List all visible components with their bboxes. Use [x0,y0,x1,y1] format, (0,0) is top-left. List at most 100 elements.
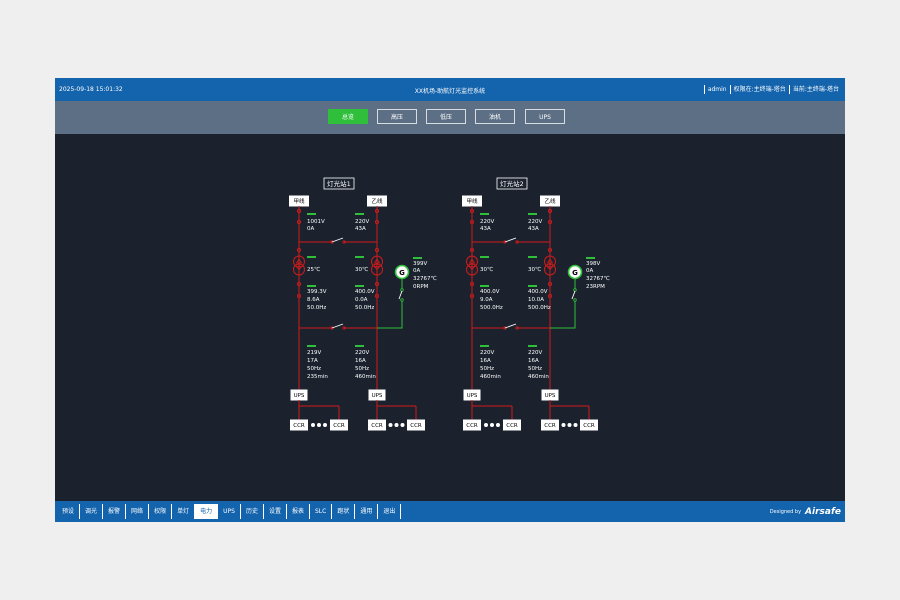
ellipsis-dot [573,423,578,427]
left-ups-voltage: 220V [480,350,494,356]
nav-item-7[interactable]: UPS [218,504,241,519]
tab-1[interactable]: 高压 [377,109,417,124]
right-ups-runtime: 460min [528,374,549,380]
brand-logo: Airsafe [805,507,841,517]
status-indicator [355,213,364,215]
status-indicator [355,285,364,287]
status-indicator [480,256,489,258]
station-title: 灯光站1 [327,179,351,188]
status-indicator [307,345,316,347]
gen-current: 0A [586,268,593,274]
nav-item-13[interactable]: 通用 [355,504,379,519]
right-mid-voltage: 400.0V [528,289,548,295]
nav-item-6[interactable]: 电力 [195,504,219,519]
nav-item-14[interactable]: 退出 [378,504,402,519]
gen-current: 0A [413,268,420,274]
switch-blade[interactable] [504,323,517,329]
right-mid-frequency: 500.0Hz [528,305,551,311]
nav-item-0[interactable]: 预设 [57,504,81,519]
nav-item-5[interactable]: 单灯 [172,504,196,519]
ccr-box-label: CCR [583,423,595,429]
status-indicator [480,285,489,287]
nav-item-9[interactable]: 设置 [264,504,287,519]
left-temperature: 25℃ [307,266,320,273]
right-ups-frequency: 50Hz [355,366,369,372]
tab-2[interactable]: 低压 [426,109,466,124]
tab-3[interactable]: 油机 [475,109,515,124]
switch-blade[interactable] [331,237,344,243]
status-indicator [528,256,537,258]
status-indicator [307,213,316,215]
left-mid-frequency: 50.0Hz [307,305,326,311]
tab-4[interactable]: UPS [525,109,565,124]
gen-contact [400,288,404,292]
switch-blade[interactable] [331,323,344,329]
line-a-box-label: 甲线 [466,197,478,205]
ellipsis-dot [323,423,327,427]
user-name[interactable]: admin [703,85,730,94]
ellipsis-dot [400,423,405,427]
gen-switch-blade[interactable] [571,290,576,300]
gen-temperature: 32767℃ [586,275,610,282]
status-indicator [480,345,489,347]
status-indicator [528,285,537,287]
ccr-box-label: CCR [466,423,478,429]
status-indicator [528,213,537,215]
switch-blade[interactable] [504,237,517,243]
gen-contact [400,298,404,302]
right-in-current: 43A [528,226,539,232]
gen-rpm: 23RPM [586,284,605,290]
left-in-current: 0A [307,226,314,232]
ellipsis-dot [567,423,572,427]
gen-switch-blade[interactable] [398,290,403,300]
designed-by: Designed by [769,509,802,515]
ellipsis-dot [490,423,494,427]
ccr-box-label: CCR [506,423,518,429]
right-ups-current: 16A [528,358,539,364]
nav-item-12[interactable]: 跑状 [332,504,356,519]
status-indicator [586,257,595,259]
generator-label: G [572,269,578,277]
nav-item-2[interactable]: 报警 [103,504,127,519]
nav-item-3[interactable]: 网络 [126,504,150,519]
ccr-box-label: CCR [371,423,383,429]
nav-item-1[interactable]: 调光 [80,504,104,519]
left-mid-voltage: 400.0V [480,289,500,295]
ccr-box-label: CCR [544,423,556,429]
bottom-nav-bar: 预设 调光 报警 网络 权限 单灯 电力 UPS 历史 设置 报表 SLC 跑状 通用 退出 Designe… [55,501,845,522]
gen-contact [573,288,577,292]
ccr-box-label: CCR [293,423,305,429]
left-in-current: 43A [480,226,491,232]
ellipsis-dot [317,423,321,427]
nav-item-11[interactable]: SLC [310,504,333,519]
gen-feed-line [550,301,576,329]
left-ups-frequency: 50Hz [307,366,321,372]
nav-item-8[interactable]: 历史 [241,504,264,519]
bottom-nav: 预设 调光 报警 网络 权限 单灯 电力 UPS 历史 设置 报表 SLC 跑状 通用 退出 [57,504,402,519]
gen-rpm: 0RPM [413,284,429,290]
status-indicator [307,256,316,258]
right-ups-voltage: 220V [355,350,369,356]
left-mid-current: 9.0A [480,297,493,303]
left-temperature: 30℃ [480,266,493,273]
left-mid-frequency: 500.0Hz [480,305,503,311]
ups-right-box-label: UPS [545,393,556,399]
status-indicator [307,285,316,287]
nav-item-10[interactable]: 报表 [287,504,310,519]
left-ups-voltage: 219V [307,350,321,356]
left-in-voltage: 220V [480,219,494,225]
permission-terminal: 权限在:主终端-塔台 [729,85,789,94]
right-in-current: 43A [355,226,366,232]
line-b-box-label: 乙线 [544,197,556,205]
left-ups-current: 17A [307,358,318,364]
gen-temperature: 32767℃ [413,275,437,282]
status-indicator [355,345,364,347]
right-ups-current: 16A [355,358,366,364]
right-ups-frequency: 50Hz [528,366,542,372]
tab-0[interactable]: 总览 [328,109,368,124]
left-in-voltage: 1001V [307,219,325,225]
nav-item-4[interactable]: 权限 [149,504,173,519]
power-diagram: 灯光站1甲线 乙线1001V0A220V43A25℃ 30℃399.3V8.6A50… [289,177,610,431]
current-terminal: 当前:主终端-塔台 [788,85,842,94]
top-bar: 2025-09-18 15:01:32 XX机场-助航灯光监控系统 admin … [55,78,845,101]
